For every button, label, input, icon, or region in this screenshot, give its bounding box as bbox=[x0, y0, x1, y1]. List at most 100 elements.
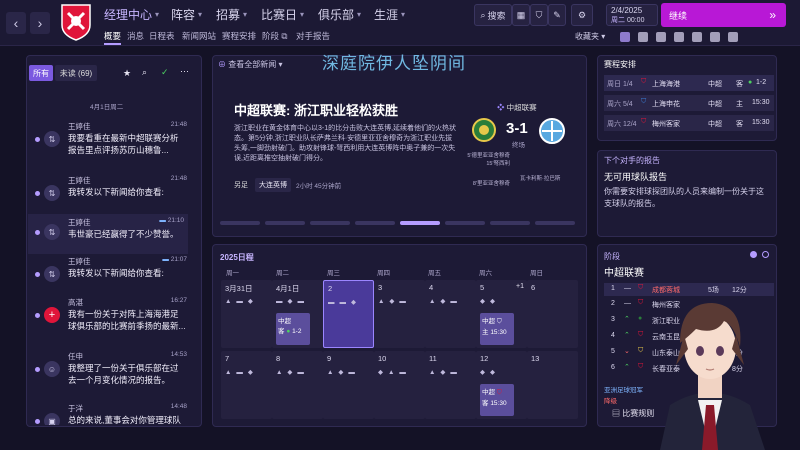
forward-button[interactable]: › bbox=[30, 12, 50, 34]
calendar-day[interactable]: 11 ▲◆▬ bbox=[425, 351, 476, 419]
tab-unread[interactable]: 未读 (69) bbox=[55, 65, 97, 81]
calendar-day[interactable]: 4 ▲◆▬ bbox=[425, 280, 476, 348]
nav-club[interactable]: 俱乐部 ▾ bbox=[318, 6, 361, 23]
edit-icon[interactable]: ✎ bbox=[548, 4, 566, 26]
list-item[interactable]: ⇅ 王婷佳 21:48 我要看重在最新中超联赛分析 报告里点评扬苏历山穗鲁... bbox=[32, 121, 187, 161]
opponent-crest-icon: ⛉ bbox=[496, 389, 502, 396]
opponent-report-subtitle: 无可用球队报告 bbox=[604, 172, 668, 182]
search-icon: ⌕ bbox=[480, 9, 486, 20]
comment-icon: ▬ bbox=[159, 217, 166, 224]
news-headline[interactable]: 中超联赛: 浙江职业轻松获胜 bbox=[234, 100, 398, 119]
current-weekday: 周二 bbox=[611, 16, 625, 24]
stage-dot[interactable] bbox=[762, 251, 769, 258]
more-options-icon[interactable]: ⋯ bbox=[180, 66, 189, 77]
calendar-title[interactable]: 2025日程 bbox=[220, 252, 254, 263]
calendar-day-today[interactable]: 2 ▬▬◆ bbox=[323, 280, 374, 348]
subnav-messages[interactable]: 消息 bbox=[127, 30, 144, 42]
fixture-row[interactable]: 周六 12/4 ⛉ 梅州客家 中超 客 15:30 bbox=[604, 115, 774, 131]
calendar-day[interactable]: 8 ▲◆▬ bbox=[272, 351, 323, 419]
nav-manager-center[interactable]: 经理中心 ▾ bbox=[104, 6, 159, 23]
list-item[interactable]: ▣ 于洋 14:48 总的来说,董事会对你管理球队 bbox=[32, 403, 187, 425]
back-button[interactable]: ‹ bbox=[6, 12, 26, 34]
shirt-icon[interactable] bbox=[638, 32, 648, 42]
circle-arrow-icon: ⊕ bbox=[218, 60, 226, 69]
list-item[interactable]: ⇅ 王婷佳 ▬ 21:10 韦世豪已经赢得了不少赞誉。 bbox=[28, 214, 188, 254]
fixtures-title[interactable]: 赛程安排 bbox=[604, 59, 636, 70]
list-item[interactable]: ⇅ 王婷佳 21:48 我转发以下新闻给你查看: bbox=[32, 175, 187, 215]
chat-icon[interactable] bbox=[620, 32, 630, 42]
subnav-stage[interactable]: 阶段 ⧉ bbox=[262, 30, 287, 42]
calendar-day[interactable]: 6 bbox=[527, 280, 578, 348]
calendar-day[interactable]: 12 ◆◆ 中超 ⛉ 客 15:30 bbox=[476, 351, 527, 419]
news-body: 浙江职业在黄金体育中心以3-1的比分击败大连英博,延续着他们的火热状态。第5分钟… bbox=[234, 125, 457, 162]
date-display[interactable]: 2/4/2025 周二 00:00 bbox=[606, 4, 658, 26]
calendar-day[interactable]: 4月1日 ▬◆▬ 中超客 ● 1-2 bbox=[272, 280, 323, 348]
match-score: 3-1 bbox=[506, 120, 528, 137]
calendar-day[interactable]: 9 ▲◆▬ bbox=[323, 351, 374, 419]
globe-icon[interactable] bbox=[728, 32, 738, 42]
trophy-icon[interactable] bbox=[710, 32, 720, 42]
list-item[interactable]: ⇅ 王婷佳 ▬ 21:07 我转发以下新闻给你查看: bbox=[32, 256, 187, 296]
nav-career[interactable]: 生涯 ▾ bbox=[374, 6, 405, 23]
settings-gear-icon[interactable]: ⚙ bbox=[571, 4, 593, 26]
fixture-row[interactable]: 周日 1/4 ⛉ 上海海港 中超 客 ● 1-2 bbox=[604, 75, 774, 91]
search-icon[interactable]: ⌕ bbox=[142, 67, 147, 78]
training-icon: ▲◆▬ bbox=[378, 298, 411, 305]
match-card[interactable]: 中超客 ● 1-2 bbox=[276, 313, 310, 345]
fixture-row[interactable]: 周六 5/4 ⛉ 上海申花 中超 主 15:30 bbox=[604, 95, 774, 111]
star-icon[interactable]: ★ bbox=[123, 68, 131, 79]
subnav-fixtures[interactable]: 赛程安排 bbox=[222, 30, 256, 42]
tab-all[interactable]: 所有 bbox=[29, 65, 53, 81]
chevron-down-icon: ▾ bbox=[401, 10, 406, 19]
current-time: 00:00 bbox=[626, 16, 645, 24]
nav-recruitment[interactable]: 招募 ▾ bbox=[216, 6, 247, 23]
calendar-day[interactable]: 3月31日 ▲▬◆ bbox=[221, 280, 272, 348]
transfer-icon: ⇅ bbox=[44, 131, 60, 147]
continue-button[interactable]: 继续» bbox=[661, 3, 786, 27]
training-icon: ▲◆▬ bbox=[327, 369, 360, 376]
inbox-icon[interactable]: ▦ bbox=[512, 4, 530, 26]
tactics-icon[interactable] bbox=[656, 32, 666, 42]
add-red-icon: + bbox=[44, 307, 60, 323]
stage-dot-active[interactable] bbox=[750, 251, 757, 258]
list-item[interactable]: + 高湛 16:27 我有一份关于对阵上海海港足 球俱乐部的比赛前季扬的最新..… bbox=[32, 297, 187, 337]
news-team-chip[interactable]: 大连英博 bbox=[255, 178, 291, 192]
opponent-crest-icon: ⛉ bbox=[641, 118, 647, 125]
opponent-crest-icon: ⛉ bbox=[641, 98, 647, 105]
calendar-day[interactable]: 7 ▲▬◆ bbox=[221, 351, 272, 419]
staff-icon[interactable] bbox=[692, 32, 702, 42]
trend-up-icon: ⌃ bbox=[624, 316, 630, 323]
view-all-news-link[interactable]: ⊕ 查看全部新闻 ▾ bbox=[218, 59, 282, 70]
calendar-day[interactable]: 3 ▲◆▬ bbox=[374, 280, 425, 348]
news-carousel-indicator[interactable] bbox=[220, 221, 580, 226]
calendar-day[interactable]: 13 bbox=[527, 351, 578, 419]
match-card[interactable]: 中超 ⛉ 客 15:30 bbox=[480, 384, 514, 416]
away-team-crest-icon bbox=[539, 118, 565, 144]
subnav-opponent-report[interactable]: 对手报告 bbox=[296, 30, 330, 42]
trend-icon: — bbox=[624, 300, 631, 307]
subnav-schedule[interactable]: 日程表 bbox=[149, 30, 175, 42]
collections-dropdown[interactable]: 收藏夹 ▾ bbox=[575, 31, 605, 42]
opponent-report-title[interactable]: 下个对手的报告 bbox=[604, 155, 660, 166]
training-icon: ◆◆ bbox=[480, 369, 500, 376]
people-icon[interactable] bbox=[674, 32, 684, 42]
chevron-down-icon: ▾ bbox=[198, 10, 203, 19]
club-crest-icon[interactable] bbox=[58, 3, 94, 41]
chevron-down-icon: ▾ bbox=[155, 10, 160, 19]
document-icon: ▤ bbox=[612, 409, 620, 418]
calendar-day[interactable]: 5 +1 ◆◆ 中超 ⛉ 主 15:30 bbox=[476, 280, 527, 348]
subnav-news[interactable]: 新闻网站 bbox=[182, 30, 216, 42]
match-status: 终场 bbox=[512, 142, 525, 149]
subnav-overview[interactable]: 概要 bbox=[104, 30, 122, 45]
nav-matchday[interactable]: 比赛日 ▾ bbox=[261, 6, 304, 23]
news-time-ago: 2小时 45分钟前 bbox=[296, 183, 342, 190]
training-icon: ▲▬◆ bbox=[225, 369, 258, 376]
calendar-day[interactable]: 10 ◆▲▬ bbox=[374, 351, 425, 419]
shield-icon[interactable]: ⛉ bbox=[530, 4, 548, 26]
match-card[interactable]: 中超 ⛉ 主 15:30 bbox=[480, 313, 514, 345]
mark-read-check-icon[interactable]: ✓ bbox=[161, 67, 169, 78]
stage-title[interactable]: 阶段 bbox=[604, 251, 620, 262]
list-item[interactable]: ☺ 任申 14:53 我整理了一份关于俱乐部在过 去一个月变化情况的报告。 bbox=[32, 351, 187, 391]
search-button[interactable]: ⌕ 搜索 bbox=[474, 4, 512, 26]
nav-squad[interactable]: 阵容 ▾ bbox=[171, 6, 202, 23]
